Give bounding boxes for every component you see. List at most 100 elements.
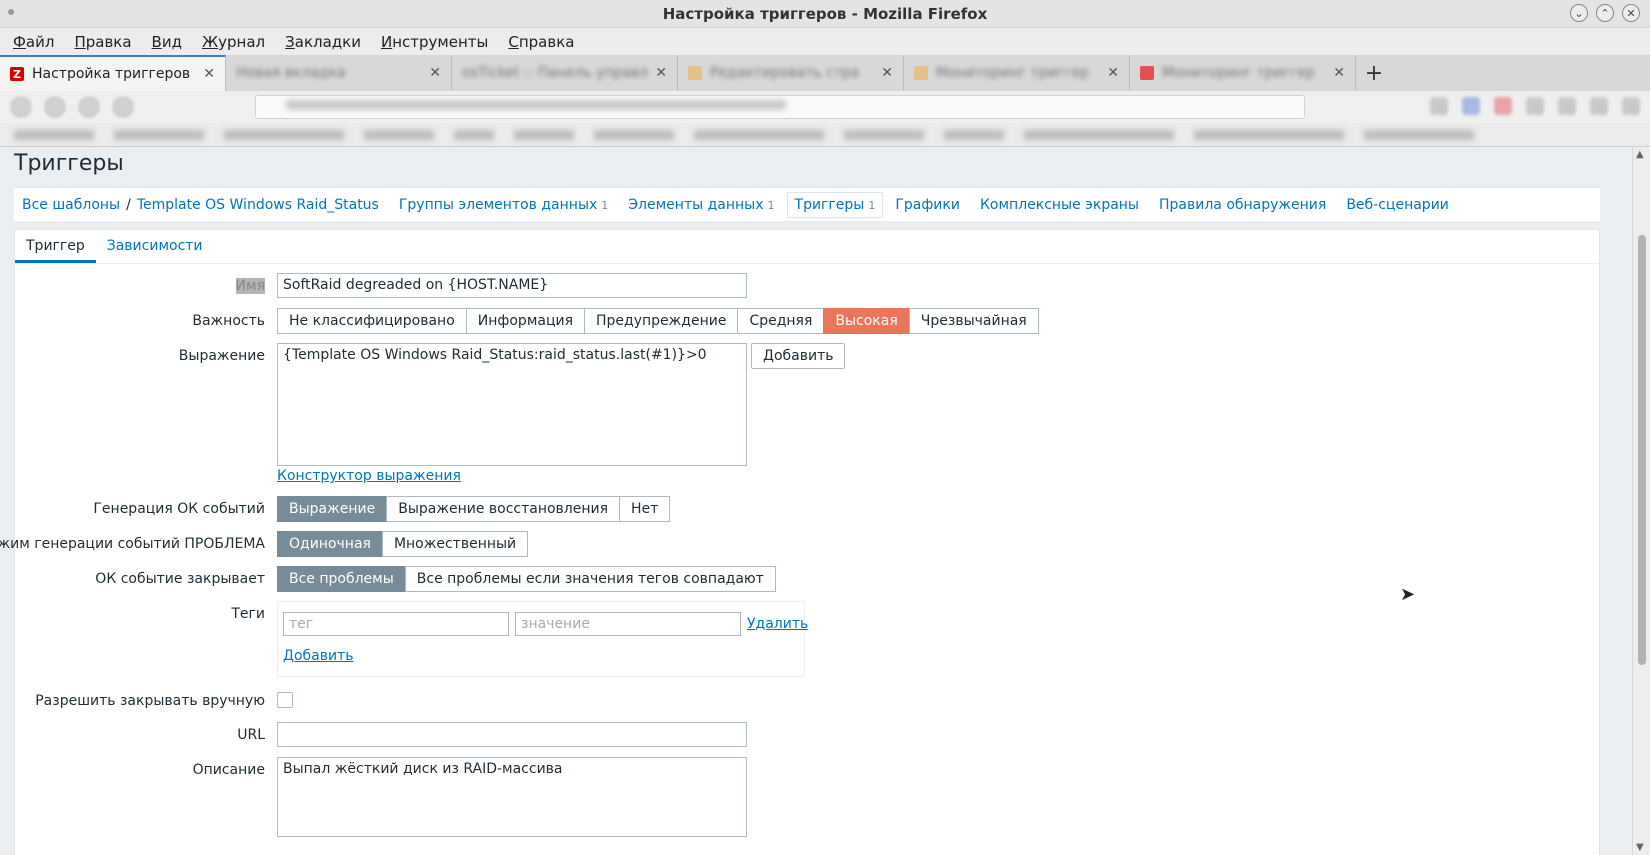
extension-icon[interactable] [1462,97,1480,115]
scroll-up-icon[interactable]: ▲ [1636,149,1644,160]
ok-closes-all[interactable]: Все проблемы [277,566,406,592]
nav-item-groups-label: Группы элементов данных [398,196,598,213]
nav-items[interactable]: Элементы данных 1 [628,197,774,213]
severity-disaster[interactable]: Чрезвычайная [908,308,1039,334]
severity-warning[interactable]: Предупреждение [584,308,739,334]
menu-help[interactable]: Справка [508,33,574,51]
reload-icon[interactable] [78,96,100,118]
extension-icon[interactable] [1494,97,1512,115]
page-content: Триггеры Все шаблоны / Template OS Windo… [0,147,1632,855]
ok-closes-tag-match[interactable]: Все проблемы если значения тегов совпада… [404,566,776,592]
browser-tab[interactable]: Редактировать стра ✕ [678,55,904,91]
nav-screens[interactable]: Комплексные экраны [980,197,1139,213]
ok-gen-recovery-expression[interactable]: Выражение восстановления [386,496,621,522]
tab-label: Мониторинг триггер [1162,65,1315,81]
expression-textarea[interactable]: {Template OS Windows Raid_Status:raid_st… [277,343,747,466]
bookmark-item[interactable] [114,129,204,140]
close-window-icon[interactable]: ✕ [1622,4,1640,22]
close-tab-icon[interactable]: ✕ [881,65,893,81]
menu-view[interactable]: Вид [152,33,182,51]
breadcrumb-all-templates[interactable]: Все шаблоны [22,197,120,213]
expression-constructor-link[interactable]: Конструктор выражения [277,468,461,484]
ok-event-generation-selector: Выражение Выражение восстановления Нет [277,496,671,522]
breadcrumb-template[interactable]: Template OS Windows Raid_Status [137,197,379,213]
close-tab-icon[interactable]: ✕ [1333,65,1345,81]
severity-not-classified[interactable]: Не классифицировано [277,308,467,334]
problem-mode-selector: Одиночная Множественный [277,531,529,557]
nav-web-scenarios[interactable]: Веб-сценарии [1346,197,1449,213]
scroll-down-icon[interactable]: ▼ [1636,842,1644,853]
menu-history[interactable]: Журнал [202,33,265,51]
browser-tab[interactable]: osTicket :: Панель управл ✕ [452,55,678,91]
bookmark-item[interactable] [454,129,494,140]
bookmark-item[interactable] [944,129,1004,140]
extension-icon[interactable] [1558,97,1576,115]
window-menu-dot[interactable] [8,9,14,15]
bookmark-item[interactable] [364,129,434,140]
extension-icon[interactable] [1526,97,1544,115]
tag-add-link[interactable]: Добавить [283,648,353,664]
bookmark-item[interactable] [1194,129,1344,140]
address-bar[interactable] [255,95,1305,119]
count-badge: 1 [767,198,775,212]
page-favicon-icon [914,66,928,80]
bookmark-item[interactable] [514,129,574,140]
close-tab-icon[interactable]: ✕ [203,66,215,82]
description-textarea[interactable]: Выпал жёсткий диск из RAID-массива [277,757,747,837]
manual-close-checkbox[interactable] [277,692,293,708]
ok-gen-expression[interactable]: Выражение [277,496,388,522]
bookmark-item[interactable] [14,129,94,140]
close-tab-icon[interactable]: ✕ [655,65,667,81]
tab-label: osTicket :: Панель управл [462,65,649,81]
close-tab-icon[interactable]: ✕ [429,65,441,81]
tag-remove-link[interactable]: Удалить [747,616,808,632]
name-field[interactable]: SoftRaid degreaded on {HOST.NAME} [277,273,747,298]
menu-icon[interactable] [1622,97,1640,115]
browser-tab[interactable]: Мониторинг триггер ✕ [904,55,1130,91]
scrollbar-thumb[interactable] [1638,235,1646,665]
bookmark-item[interactable] [594,129,674,140]
menu-edit[interactable]: Правка [74,33,131,51]
problem-mode-multiple[interactable]: Множественный [381,531,529,557]
bookmark-item[interactable] [844,129,924,140]
problem-mode-single[interactable]: Одиночная [277,531,383,557]
close-tab-icon[interactable]: ✕ [1107,65,1119,81]
minimize-icon[interactable]: ⌄ [1570,4,1588,22]
browser-tab[interactable]: Мониторинг триггер ✕ [1130,55,1356,91]
nav-graphs[interactable]: Графики [895,197,960,213]
tab-trigger[interactable]: Триггер [15,230,96,263]
back-icon[interactable] [10,96,32,118]
trigger-form-card: Триггер Зависимости Имя SoftRaid degread… [0,229,1601,855]
browser-tab[interactable]: Z Настройка триггеров ✕ [0,55,226,91]
description-label: Описание [192,762,265,778]
bookmark-item[interactable] [694,129,824,140]
menu-bookmarks[interactable]: Закладки [285,33,361,51]
tag-value-input[interactable]: значение [515,612,741,636]
severity-information[interactable]: Информация [465,308,586,334]
extension-icon[interactable] [1430,97,1448,115]
nav-item-groups[interactable]: Группы элементов данных 1 [399,197,608,213]
new-tab-icon[interactable]: + [1356,55,1392,91]
forward-icon[interactable] [44,96,66,118]
nav-discovery[interactable]: Правила обнаружения [1159,197,1326,213]
severity-high[interactable]: Высокая [823,308,910,334]
page-scrollbar[interactable]: ▲ ▼ [1632,147,1650,855]
bookmark-item[interactable] [1024,129,1174,140]
bookmark-item[interactable] [1364,129,1474,140]
tab-bar: Z Настройка триггеров ✕ Новая вкладка ✕ … [0,55,1650,91]
menu-file[interactable]: Файл [13,33,54,51]
home-icon[interactable] [112,96,134,118]
tab-dependencies[interactable]: Зависимости [96,230,214,263]
maximize-icon[interactable]: ⌃ [1596,4,1614,22]
menu-tools[interactable]: Инструменты [381,33,488,51]
add-expression-button[interactable]: Добавить [751,343,846,369]
ok-gen-none[interactable]: Нет [619,496,671,522]
browser-tab[interactable]: Новая вкладка ✕ [226,55,452,91]
severity-average[interactable]: Средняя [737,308,825,334]
bookmark-item[interactable] [224,129,344,140]
nav-triggers[interactable]: Триггеры 1 [786,191,884,218]
tag-name-input[interactable]: тег [283,612,509,636]
url-field[interactable] [277,722,747,747]
count-badge: 1 [601,198,609,212]
extension-icon[interactable] [1590,97,1608,115]
